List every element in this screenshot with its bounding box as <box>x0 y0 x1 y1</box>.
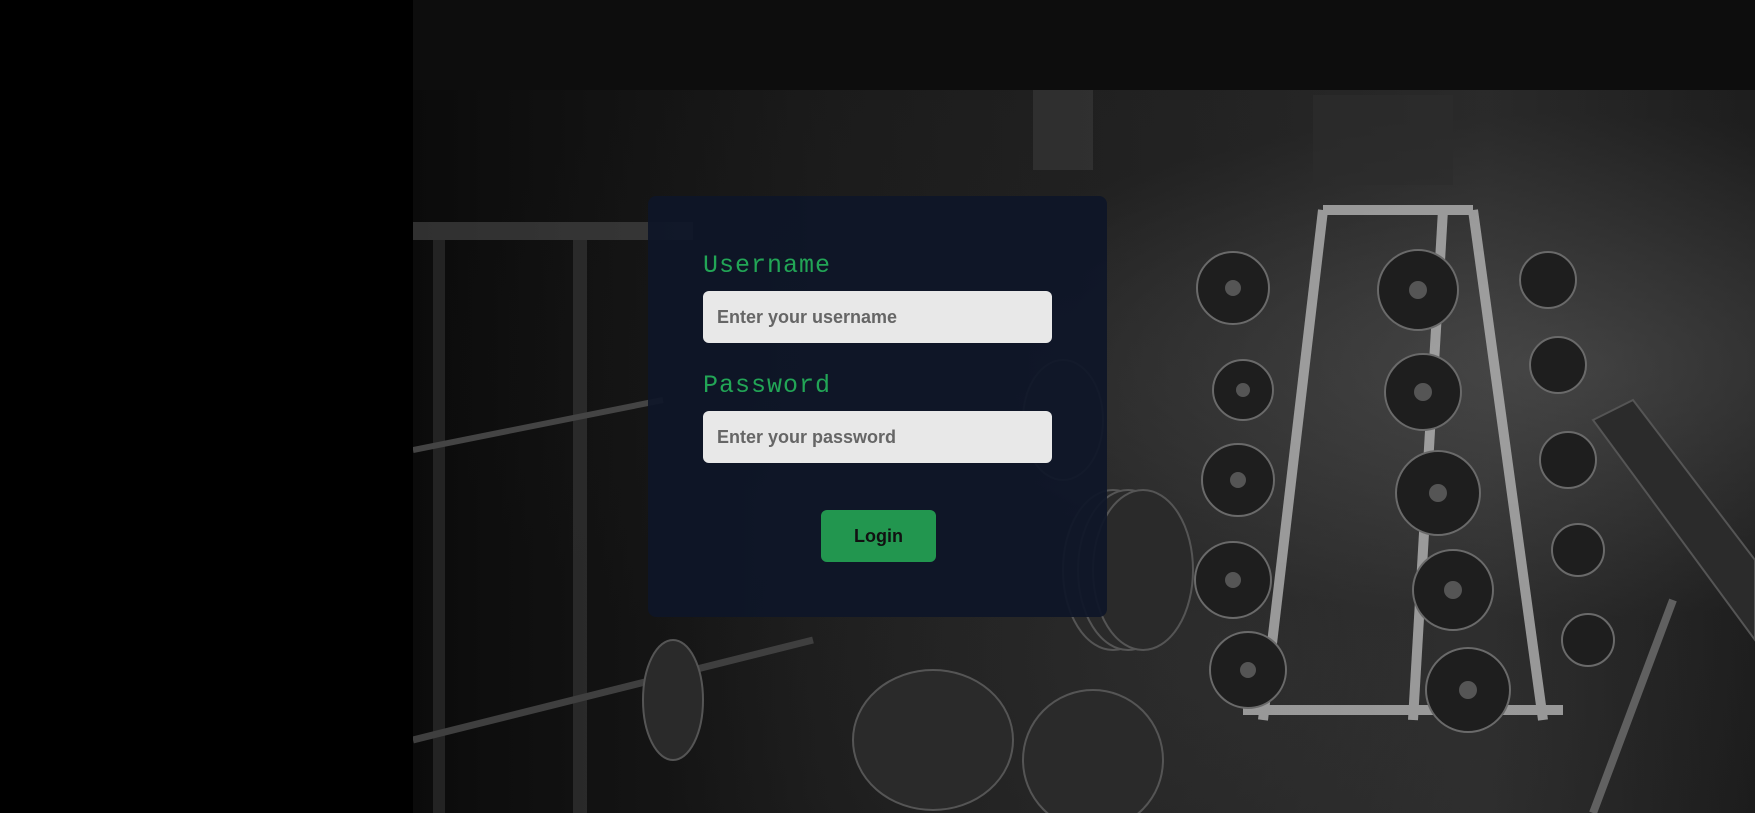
login-form: Username Password Login <box>648 196 1107 617</box>
login-button[interactable]: Login <box>821 510 936 562</box>
username-input[interactable] <box>703 291 1052 343</box>
username-label: Username <box>703 251 832 280</box>
password-input[interactable] <box>703 411 1052 463</box>
login-page: Username Password Login <box>0 0 1755 813</box>
password-label: Password <box>703 371 832 400</box>
